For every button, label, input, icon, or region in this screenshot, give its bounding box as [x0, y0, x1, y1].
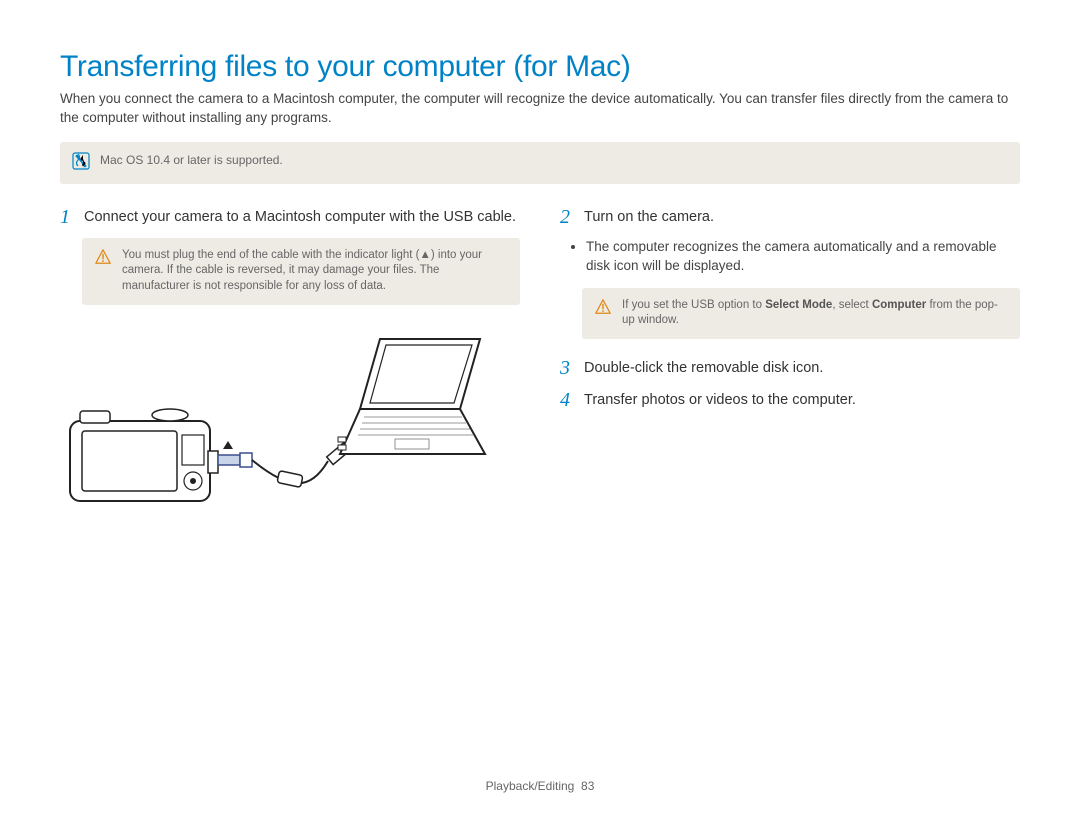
connection-diagram: [60, 321, 520, 526]
step-3: 3 Double-click the removable disk icon.: [560, 357, 1020, 379]
caution-text: You must plug the end of the cable with …: [122, 248, 508, 295]
caution-icon: [94, 248, 112, 272]
step-1: 1 Connect your camera to a Macintosh com…: [60, 206, 520, 228]
step-text: Connect your camera to a Macintosh compu…: [84, 206, 516, 228]
caution-box-left: You must plug the end of the cable with …: [82, 238, 520, 305]
step-number: 3: [560, 357, 574, 379]
step-2-bullets: The computer recognizes the camera autom…: [586, 238, 1020, 276]
caution-text: If you set the USB option to Select Mode…: [622, 298, 1008, 329]
right-column: 2 Turn on the camera. The computer recog…: [560, 206, 1020, 526]
intro-paragraph: When you connect the camera to a Macinto…: [60, 90, 1020, 128]
info-note-box: Mac OS 10.4 or later is supported.: [60, 142, 1020, 184]
step-2: 2 Turn on the camera.: [560, 206, 1020, 228]
step-4: 4 Transfer photos or videos to the compu…: [560, 389, 1020, 411]
info-note-text: Mac OS 10.4 or later is supported.: [100, 152, 283, 168]
step-text: Transfer photos or videos to the compute…: [584, 389, 856, 411]
left-column: 1 Connect your camera to a Macintosh com…: [60, 206, 520, 526]
step-number: 2: [560, 206, 574, 228]
step-number: 1: [60, 206, 74, 228]
footer-page-number: 83: [581, 779, 594, 793]
footer-section: Playback/Editing: [486, 779, 575, 793]
page-title: Transferring files to your computer (for…: [60, 50, 1020, 84]
list-item: The computer recognizes the camera autom…: [586, 238, 1020, 276]
caution-box-right: If you set the USB option to Select Mode…: [582, 288, 1020, 339]
step-text: Turn on the camera.: [584, 206, 714, 228]
step-number: 4: [560, 389, 574, 411]
step-text: Double-click the removable disk icon.: [584, 357, 823, 379]
caution-icon: [594, 298, 612, 322]
note-icon: [72, 152, 90, 174]
page-footer: Playback/Editing 83: [0, 779, 1080, 793]
